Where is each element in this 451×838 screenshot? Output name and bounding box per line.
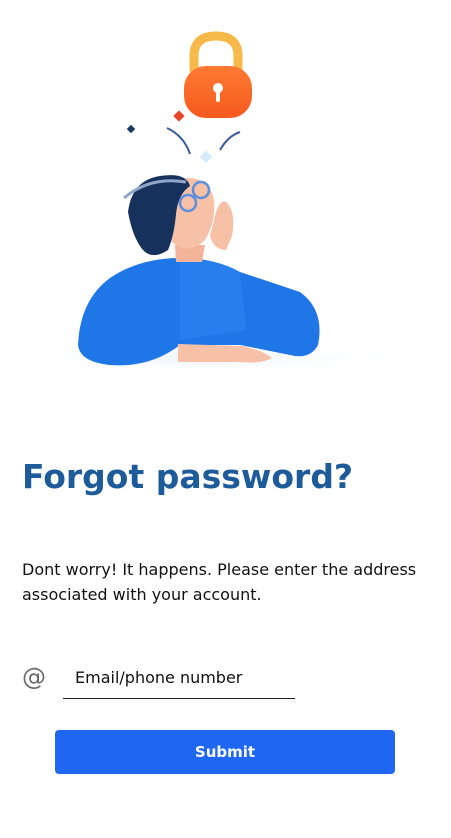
person-shirt-shade [180, 258, 246, 340]
swoosh-left [166, 127, 191, 155]
email-field-wrapper [63, 660, 307, 699]
padlock-icon [184, 31, 252, 118]
at-sign-icon: @ [22, 663, 46, 691]
sparkle-light [199, 150, 213, 164]
sparkle-red [173, 110, 185, 122]
page-description: Dont worry! It happens. Please enter the… [22, 560, 417, 604]
sparkle-navy [126, 124, 136, 134]
email-input[interactable] [63, 660, 307, 694]
submit-button[interactable]: Submit [55, 730, 395, 774]
forgot-password-illustration [10, 31, 410, 374]
page-title: Forgot password? [22, 457, 354, 496]
swoosh-right [219, 131, 241, 151]
